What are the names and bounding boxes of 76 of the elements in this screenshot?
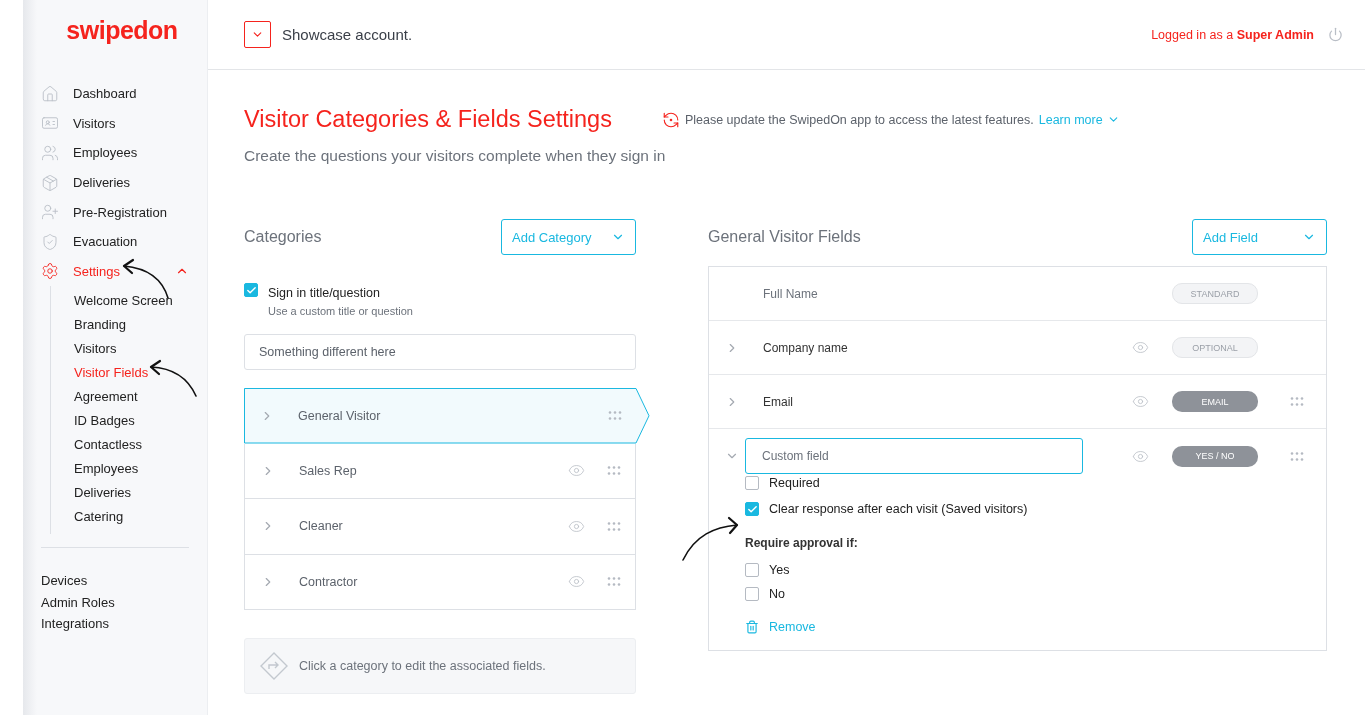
power-button[interactable] <box>1328 27 1343 42</box>
field-type-badge: EMAIL <box>1172 391 1258 412</box>
drag-handle-icon[interactable] <box>607 577 621 587</box>
update-notice: Please update the SwipedOn app to access the latest features. <box>684 112 1034 127</box>
submenu-item[interactable]: Contactless <box>74 432 207 457</box>
approval-heading: Require approval if: <box>745 536 859 550</box>
update-icon <box>661 110 680 129</box>
submenu-item[interactable]: Visitors <box>74 336 207 361</box>
nav-item[interactable]: Visitors <box>41 108 207 139</box>
field-type-badge: YES / NO <box>1172 445 1258 467</box>
checkbox-label: Sign in title/question <box>268 286 380 300</box>
account-dropdown-button[interactable] <box>244 21 271 48</box>
field-type-badge: OPTIONAL <box>1172 337 1258 358</box>
category-row[interactable]: Sales Rep <box>244 443 636 499</box>
field-type-badge: STANDARD <box>1172 283 1258 304</box>
checkbox[interactable] <box>244 283 258 297</box>
nav-icon <box>41 144 59 162</box>
submenu-item[interactable]: Visitor Fields <box>74 360 207 385</box>
category-row[interactable]: General Visitor <box>244 388 650 444</box>
page-title: Visitor Categories & Fields Settings <box>244 106 612 133</box>
submenu-item[interactable]: Welcome Screen <box>74 288 207 313</box>
submenu-item[interactable]: Catering <box>74 504 207 529</box>
eye-icon <box>1132 393 1149 410</box>
sidebar-link[interactable]: Integrations <box>41 613 207 635</box>
nav-item[interactable]: Employees <box>41 138 207 168</box>
nav-item[interactable]: Deliveries <box>41 167 207 198</box>
field-name-input[interactable]: Custom field <box>745 438 1083 474</box>
checkbox[interactable] <box>745 587 759 601</box>
checkbox-label: Required <box>769 476 820 490</box>
category-row[interactable]: Contractor <box>244 554 636 610</box>
nav-item[interactable]: Pre-Registration <box>41 197 207 227</box>
nav-item[interactable]: Dashboard <box>41 79 207 109</box>
nav-item[interactable]: Evacuation <box>41 226 207 257</box>
field-label: Full Name <box>763 286 819 301</box>
hand-drawn-arrow <box>149 359 197 397</box>
submenu-item[interactable]: ID Badges <box>74 408 207 433</box>
eye-icon <box>1132 339 1149 356</box>
account-name: Showcase account. <box>282 26 413 43</box>
power-icon <box>1328 27 1343 42</box>
login-status: Logged in as a Super Admin <box>1151 27 1314 42</box>
drag-handle-icon[interactable] <box>607 466 621 476</box>
nav-icon <box>41 84 59 103</box>
nav-icon <box>41 173 59 192</box>
nav-icon <box>41 203 59 222</box>
direction-sign-icon <box>259 651 289 681</box>
field-label: Company name <box>763 340 849 355</box>
checkbox[interactable] <box>745 476 759 490</box>
submenu-item[interactable]: Branding <box>74 312 207 337</box>
drag-handle-icon[interactable] <box>1290 451 1304 461</box>
field-label: Email <box>763 394 794 409</box>
submenu-item[interactable]: Agreement <box>74 384 207 409</box>
nav-icon <box>41 232 59 251</box>
checkbox[interactable] <box>745 563 759 577</box>
page-subtitle: Create the questions your visitors complete when they sign in <box>244 147 667 165</box>
hand-drawn-arrow <box>682 516 739 561</box>
drag-handle-icon[interactable] <box>1290 397 1304 406</box>
checkbox-label: Yes <box>769 563 790 577</box>
section-heading: General Visitor Fields <box>708 228 861 246</box>
submenu-item[interactable]: Deliveries <box>74 480 207 505</box>
hint-text: Click a category to edit the associated fields. <box>299 659 546 673</box>
submenu-item[interactable]: Employees <box>74 456 207 481</box>
logo: swipedon <box>66 16 178 45</box>
drag-handle-icon[interactable] <box>608 411 622 421</box>
nav-icon <box>41 262 59 281</box>
sidebar-link[interactable]: Devices <box>41 570 207 592</box>
checkbox-hint: Use a custom title or question <box>268 305 413 317</box>
trash-icon <box>745 620 759 634</box>
drag-handle-icon[interactable] <box>607 521 621 531</box>
section-heading: Categories <box>244 228 322 246</box>
category-row[interactable]: Cleaner <box>244 499 636 555</box>
checkbox-label: Clear response after each visit (Saved visitors) <box>769 502 1028 516</box>
checkbox-label: No <box>769 587 785 601</box>
checkbox[interactable] <box>745 502 759 516</box>
sidebar-link[interactable]: Admin Roles <box>41 591 207 614</box>
title-input-field[interactable]: Something different here <box>244 334 636 370</box>
nav-item[interactable]: Settings <box>41 256 207 287</box>
